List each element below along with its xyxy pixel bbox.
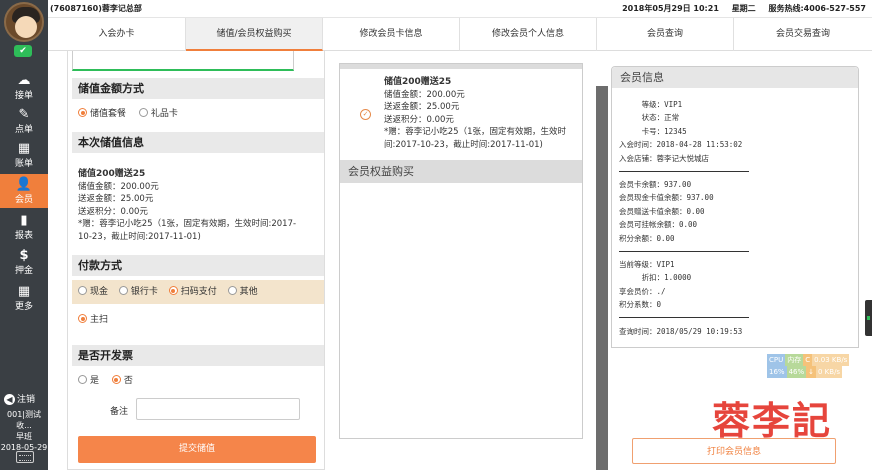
- tab-edit-personal[interactable]: 修改会员个人信息: [460, 18, 597, 51]
- divider: [619, 251, 749, 252]
- option-bank-card[interactable]: 银行卡: [118, 286, 158, 297]
- radio-icon: [227, 286, 237, 295]
- stored-method-options: 储值套餐 礼品卡: [78, 107, 188, 121]
- option-active-scan[interactable]: 主扫: [78, 314, 108, 325]
- tab-stored-value[interactable]: 储值/会员权益购买: [186, 18, 323, 51]
- section-payment: 付款方式: [72, 255, 324, 276]
- member-info-panel: 会员信息 等级：VIP1 状态：正常 卡号：12345 入会时间：2018-04…: [611, 66, 859, 348]
- radio-icon: [138, 108, 148, 117]
- stored-detail: 储值200赠送25 储值金额：200.00元 送返金额：25.00元 送返积分：…: [78, 169, 297, 242]
- title-bar: (76087160)蓉李记总部 2018年05月29日 10:21 星期二 服务…: [0, 0, 872, 18]
- radio-icon: [118, 286, 128, 295]
- sidebar-item-members[interactable]: 👤 会员: [0, 174, 48, 208]
- section-invoice: 是否开发票: [72, 345, 324, 366]
- option-invoice-no[interactable]: 否: [111, 375, 133, 386]
- package-item[interactable]: 储值200赠送25 储值金额：200.00元 送返金额：25.00元 送返积分：…: [384, 76, 579, 151]
- sidebar-item-orders[interactable]: ☁ 接单: [0, 70, 48, 104]
- tab-member-query[interactable]: 会员查询: [597, 18, 734, 51]
- sidebar-item-ordering[interactable]: ✎ 点单: [0, 104, 48, 138]
- side-handle[interactable]: [865, 300, 872, 336]
- rights-purchase-header: 会员权益购买: [340, 160, 582, 183]
- tab-bar: 入会办卡 储值/会员权益购买 修改会员卡信息 修改会员个人信息 会员查询 会员交…: [48, 18, 872, 51]
- radio-icon: [78, 286, 87, 295]
- dollar-icon: $: [19, 248, 29, 263]
- remark-input[interactable]: [136, 398, 300, 420]
- member-basic-info: 等级：VIP1 状态：正常 卡号：12345 入会时间：2018-04-28 1…: [619, 100, 743, 163]
- avatar: [4, 2, 44, 42]
- query-time: 查询时间：2018/05/29 10:19:53: [619, 327, 743, 336]
- submit-stored-button[interactable]: 提交储值: [78, 436, 316, 463]
- grid-icon: ▦: [17, 141, 31, 156]
- option-other[interactable]: 其他: [227, 286, 258, 297]
- radio-checked-icon: [78, 314, 87, 323]
- option-cash[interactable]: 现金: [78, 286, 108, 297]
- cloud-icon: ☁: [17, 73, 31, 88]
- current-date: 2018年05月29日 10:21: [622, 4, 719, 13]
- invoice-options: 是 否: [78, 374, 143, 388]
- hotline: 服务热线:4006-527-557: [768, 4, 866, 13]
- sidebar-item-bills[interactable]: ▦ 账单: [0, 138, 48, 172]
- scrollbar[interactable]: [596, 86, 608, 470]
- section-this-stored: 本次储值信息: [72, 132, 324, 153]
- selected-check-icon[interactable]: ✓: [360, 109, 371, 120]
- store-title: (76087160)蓉李记总部: [50, 4, 142, 13]
- edit-icon: ✎: [18, 107, 30, 122]
- sidebar-item-reports[interactable]: ▮ 报表: [0, 210, 48, 244]
- payment-options: 现金 银行卡 扫码支付 其他: [72, 280, 324, 304]
- user-name: 001|测试收...: [7, 410, 41, 430]
- system-monitor: CPU 内存 C 0.03 KB/s 16% 46% ↓ 0 KB/s: [767, 354, 850, 378]
- arrow-left-icon: ◀: [4, 394, 15, 405]
- scan-mode-options: 主扫: [78, 313, 118, 327]
- logout-button[interactable]: ◀ 注销: [4, 392, 35, 405]
- radio-checked-icon: [168, 286, 178, 295]
- member-balance-info: 会员卡余额：937.00 会员现金卡值余额：937.00 会员赠送卡值余额：0.…: [619, 180, 714, 243]
- radio-checked-icon: [78, 108, 87, 117]
- keyboard-icon[interactable]: [16, 451, 34, 463]
- stored-value-form: 储值金额方式 储值套餐 礼品卡 本次储值信息 储值200赠送25 储值金额：20…: [67, 51, 325, 470]
- tab-join-card[interactable]: 入会办卡: [48, 18, 186, 51]
- radio-icon: [78, 375, 87, 384]
- user-icon: 👤: [15, 177, 33, 192]
- weekday: 星期二: [731, 4, 756, 13]
- bar-chart-icon: ▮: [20, 213, 28, 228]
- online-check-icon: ✔: [14, 45, 32, 57]
- shift: 早班: [16, 432, 32, 441]
- remark-label: 备注: [110, 407, 129, 417]
- user-info: 001|测试收... 早班 2018-05-29: [0, 409, 48, 453]
- member-level-info: 当前等级：VIP1 折扣：1.0000 享会员价：./ 积分系数：0: [619, 260, 692, 310]
- divider: [619, 317, 749, 318]
- option-scan-pay[interactable]: 扫码支付: [168, 286, 217, 297]
- sidebar-item-more[interactable]: ▦ 更多: [0, 281, 48, 315]
- option-gift-card[interactable]: 礼品卡: [138, 108, 178, 119]
- panel-top-bar: [340, 64, 582, 69]
- status-info: 2018年05月29日 10:21 星期二 服务热线:4006-527-557: [612, 3, 866, 14]
- sidebar-item-deposit[interactable]: $ 押金: [0, 245, 48, 279]
- tab-edit-card[interactable]: 修改会员卡信息: [323, 18, 460, 51]
- package-list-panel: ✓ 储值200赠送25 储值金额：200.00元 送返金额：25.00元 送返积…: [339, 63, 583, 439]
- member-search-input[interactable]: [72, 51, 294, 71]
- divider: [619, 171, 749, 172]
- member-info-title: 会员信息: [612, 67, 858, 88]
- print-member-info-button[interactable]: 打印会员信息: [632, 438, 836, 464]
- apps-icon: ▦: [17, 284, 31, 299]
- option-package[interactable]: 储值套餐: [78, 108, 126, 119]
- section-stored-method: 储值金额方式: [72, 78, 324, 99]
- tab-transaction-query[interactable]: 会员交易查询: [734, 18, 872, 51]
- option-invoice-yes[interactable]: 是: [78, 375, 99, 386]
- radio-checked-icon: [111, 375, 121, 384]
- sidebar: ✔ ☁ 接单 ✎ 点单 ▦ 账单 👤 会员 ▮ 报表 $ 押金 ▦ 更多 ◀ 注销…: [0, 0, 48, 470]
